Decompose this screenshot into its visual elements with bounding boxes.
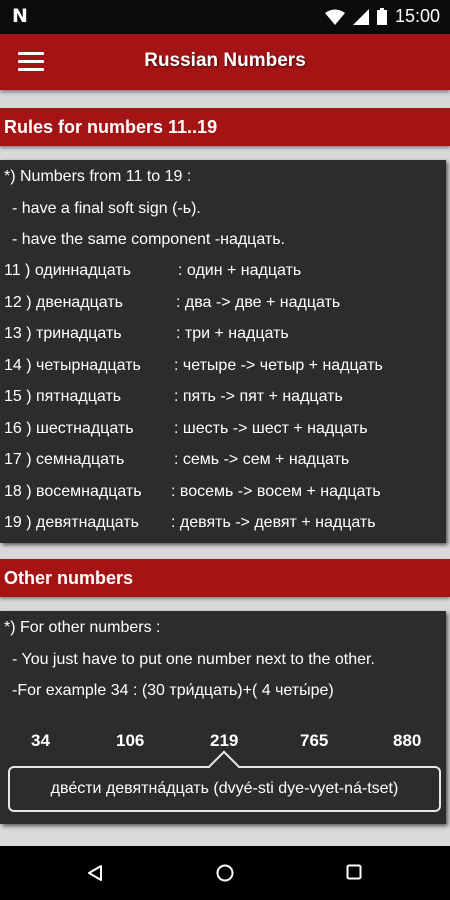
number-button-34[interactable]: 34 [31,731,50,751]
navigation-bar [0,846,450,900]
n-notification-icon: N [12,5,28,27]
number-button-765[interactable]: 765 [300,731,328,751]
rules-intro-line: - have a final soft sign (-ь). [12,200,201,217]
translation-text: две́сти девятна́дцать (dvyé-sti dye-vyet… [50,780,399,797]
rule-row-rule: : шесть -> шест + надцать [174,420,368,437]
rule-row-number: 16 ) шестнадцать [4,420,134,437]
rule-row-rule: : три + надцать [176,325,289,342]
app-title: Russian Numbers [144,50,306,71]
rule-row-number: 15 ) пятнадцать [4,388,122,405]
other-numbers-panel: *) For other numbers : - You just have t… [0,611,446,824]
rules-panel: *) Numbers from 11 to 19 : - have a fina… [0,160,446,543]
section-header-rules: Rules for numbers 11..19 [0,108,450,146]
rule-row-rule: : восемь -> восем + надцать [171,483,381,500]
battery-icon [376,8,387,25]
rule-row-rule: : два -> две + надцать [176,294,341,311]
section-header-other: Other numbers [0,559,450,597]
rule-row-number: 19 ) девятнадцать [4,514,140,531]
section-title: Rules for numbers 11..19 [4,117,218,137]
rule-row-rule: : четыре -> четыр + надцать [174,357,383,374]
number-button-219[interactable]: 219 [210,731,238,751]
signal-icon [352,8,369,25]
status-icons: 15:00 [324,6,440,27]
status-bar: N 15:00 [0,0,450,34]
rule-row-number: 18 ) восемнадцать [4,483,142,500]
other-line: -For example 34 : (30 три́дцать)+( 4 чет… [12,682,334,699]
other-line: - You just have to put one number next t… [12,651,375,668]
rule-row-rule: : один + надцать [178,262,302,279]
rule-row-number: 14 ) четырнадцать [4,357,141,374]
rule-row-number: 11 ) одиннадцать [4,262,131,279]
rule-row-number: 12 ) двенадцать [4,294,124,311]
rule-row-rule: : девять -> девят + надцать [171,514,376,531]
recents-icon[interactable] [346,864,362,880]
rule-row-rule: : семь -> сем + надцать [174,451,350,468]
section-title: Other numbers [4,568,134,588]
rules-intro-line: - have the same component -надцать. [12,231,285,248]
number-button-106[interactable]: 106 [116,731,144,751]
rule-row-number: 17 ) семнадцать [4,451,125,468]
app-bar: Russian Numbers [0,34,450,90]
rule-row-number: 13 ) тринадцать [4,325,122,342]
number-button-880[interactable]: 880 [393,731,421,751]
home-icon[interactable] [216,864,234,882]
back-icon[interactable] [86,864,104,882]
other-line: *) For other numbers : [4,619,161,636]
status-time: 15:00 [394,6,440,26]
wifi-icon [324,9,345,25]
rules-intro-line: *) Numbers from 11 to 19 : [4,168,192,185]
rule-row-rule: : пять -> пят + надцать [174,388,343,405]
